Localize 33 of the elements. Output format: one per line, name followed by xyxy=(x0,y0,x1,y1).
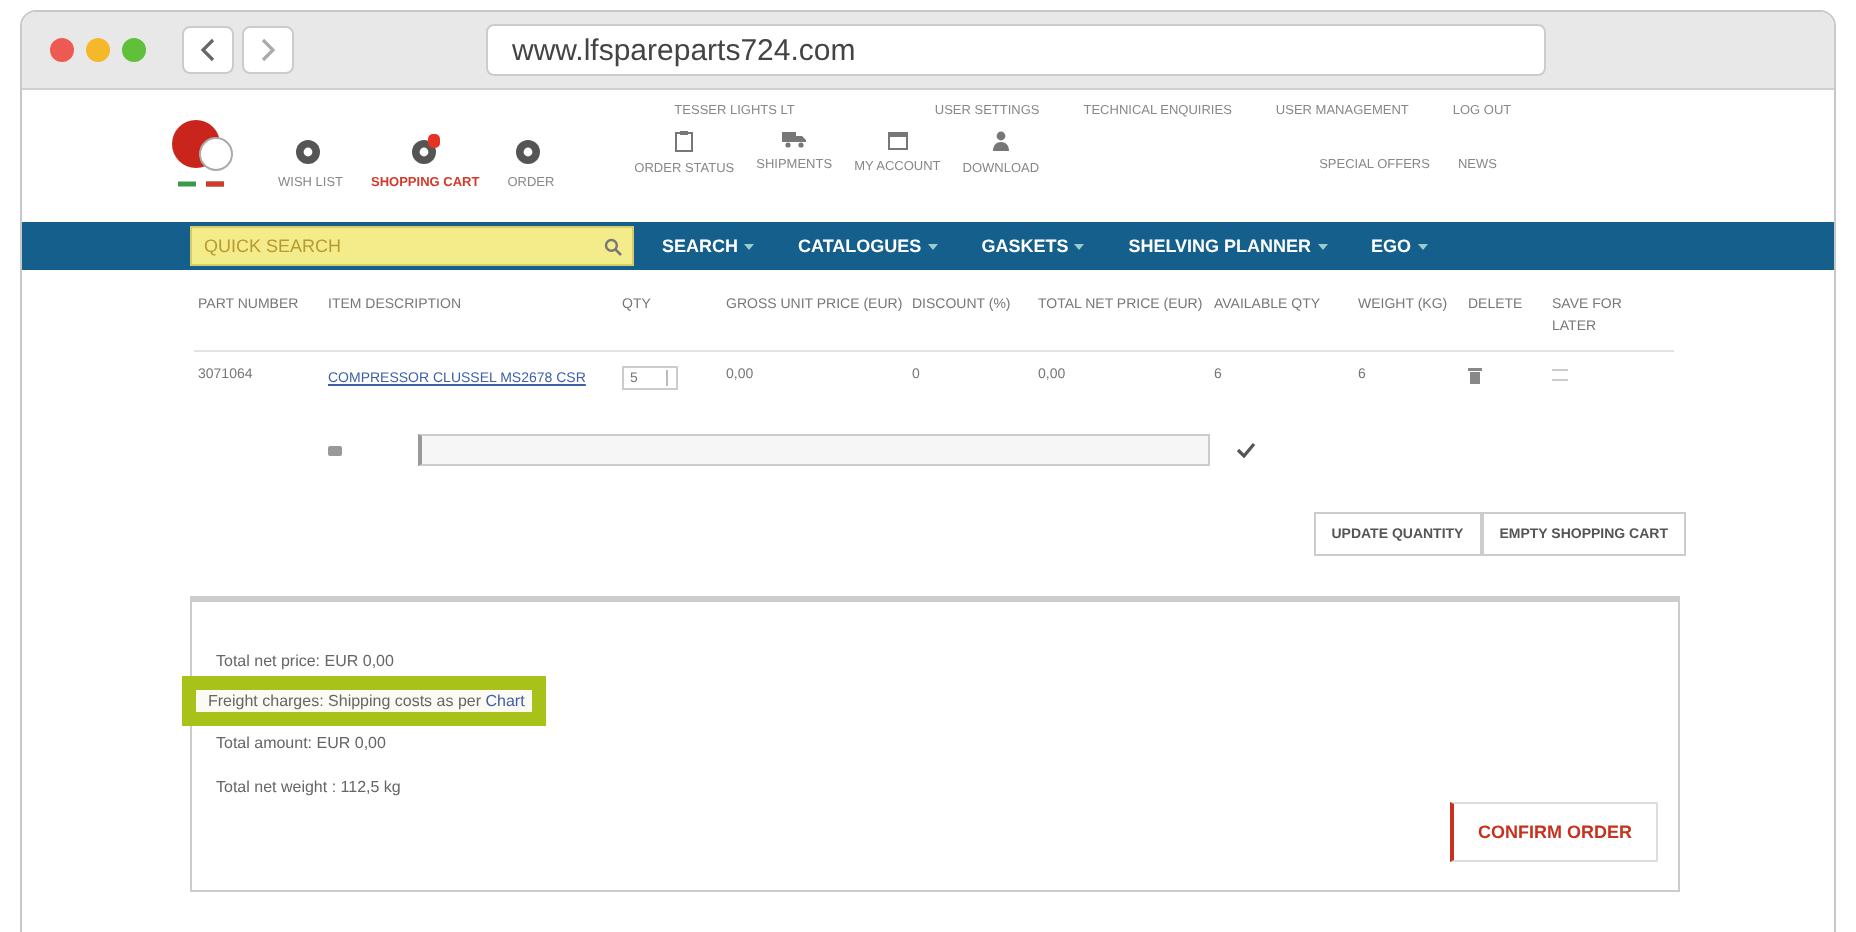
search-icon xyxy=(604,238,622,256)
caret-icon xyxy=(744,243,755,249)
summary-line: Freight charges: Shipping costs as per Chart xyxy=(208,692,525,710)
minimize-dot-icon[interactable] xyxy=(86,38,110,62)
forward-icon xyxy=(260,38,276,62)
caret-icon xyxy=(927,243,938,249)
close-dot-icon[interactable] xyxy=(50,38,74,62)
summary-line: Total amount: EUR 0,00 xyxy=(216,733,386,751)
back-icon xyxy=(200,38,216,62)
nav-menu[interactable]: EGO xyxy=(1371,236,1428,256)
caret-icon xyxy=(1317,243,1328,249)
caret-icon xyxy=(1074,243,1085,249)
summary-line: Total net weight : 112,5 kg xyxy=(216,777,401,795)
note-field[interactable] xyxy=(418,434,1210,466)
summary-line: Total net price: EUR 0,00 xyxy=(216,651,394,669)
check-icon[interactable] xyxy=(1236,442,1256,458)
chart-link[interactable]: Chart xyxy=(485,692,525,710)
address-bar[interactable]: www.lfspareparts724.com xyxy=(486,24,1546,76)
caret-icon xyxy=(1417,243,1428,249)
quick-search-field[interactable]: QUICK SEARCH xyxy=(190,226,634,266)
calendar-icon xyxy=(887,130,908,150)
confirm-order-button[interactable]: CONFIRM ORDER xyxy=(1450,802,1658,862)
nav-menu[interactable]: CATALOGUES xyxy=(798,236,938,256)
comment-icon xyxy=(328,445,342,455)
nav-menu[interactable]: SEARCH xyxy=(662,236,755,256)
truck-icon xyxy=(782,130,807,148)
nav-menu[interactable]: GASKETS xyxy=(981,236,1085,256)
back-button[interactable] xyxy=(182,26,234,74)
trash-icon[interactable] xyxy=(1468,368,1482,384)
person-icon xyxy=(991,130,1010,152)
clipboard-icon xyxy=(674,130,695,152)
nav-menu[interactable]: SHELVING PLANNER xyxy=(1128,236,1328,256)
maximize-dot-icon[interactable] xyxy=(122,38,146,62)
